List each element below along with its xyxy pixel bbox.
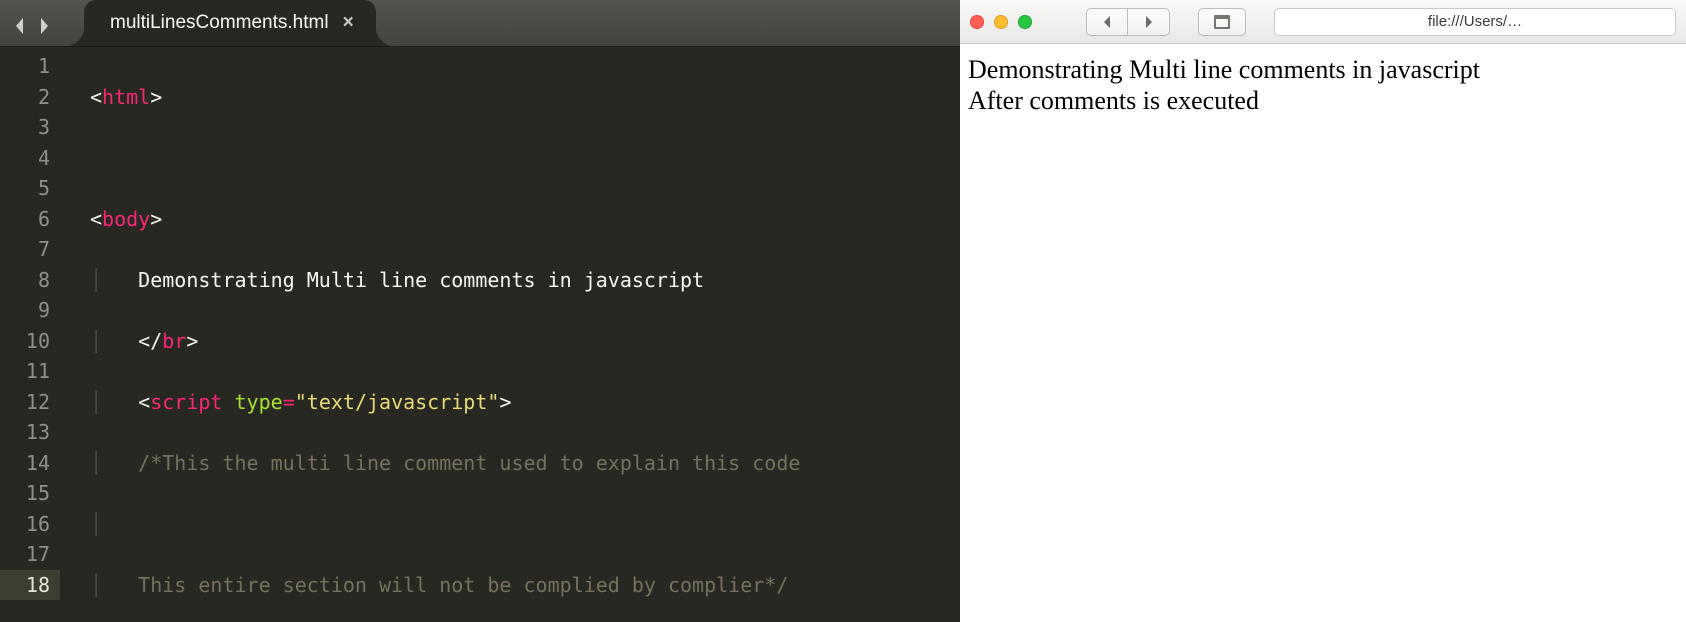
minimize-window-icon[interactable] xyxy=(994,15,1008,29)
code-area[interactable]: 1234 5678 9101112 13141516 1718 <html> <… xyxy=(0,47,960,622)
tab-bar: multiLinesComments.html × xyxy=(0,0,960,47)
page-text-line1: Demonstrating Multi line comments in jav… xyxy=(968,54,1678,85)
window-traffic-lights xyxy=(970,15,1032,29)
nav-forward-icon[interactable] xyxy=(32,12,56,40)
code-content[interactable]: <html> <body> │ Demonstrating Multi line… xyxy=(60,47,960,622)
editor-nav-arrows xyxy=(8,12,56,40)
line-number-gutter: 1234 5678 9101112 13141516 1718 xyxy=(0,47,60,622)
zoom-window-icon[interactable] xyxy=(1018,15,1032,29)
browser-pane: file:///Users/… Demonstrating Multi line… xyxy=(960,0,1686,622)
browser-forward-button[interactable] xyxy=(1128,8,1170,36)
browser-back-button[interactable] xyxy=(1086,8,1128,36)
page-text-line2: After comments is executed xyxy=(968,85,1678,116)
nav-back-icon[interactable] xyxy=(8,12,32,40)
panel-icon xyxy=(1214,15,1230,29)
rendered-page: Demonstrating Multi line comments in jav… xyxy=(960,44,1686,622)
browser-toolbar: file:///Users/… xyxy=(960,0,1686,44)
code-editor-pane: multiLinesComments.html × 1234 5678 9101… xyxy=(0,0,960,622)
file-tab-title: multiLinesComments.html xyxy=(110,12,329,34)
url-text: file:///Users/… xyxy=(1428,13,1522,30)
nav-segmented-buttons xyxy=(1086,8,1170,36)
url-bar[interactable]: file:///Users/… xyxy=(1274,8,1676,36)
close-icon[interactable]: × xyxy=(343,12,354,34)
file-tab[interactable]: multiLinesComments.html × xyxy=(84,0,376,46)
close-window-icon[interactable] xyxy=(970,15,984,29)
sidebsidebar-toggle-button[interactable] xyxy=(1198,8,1246,36)
